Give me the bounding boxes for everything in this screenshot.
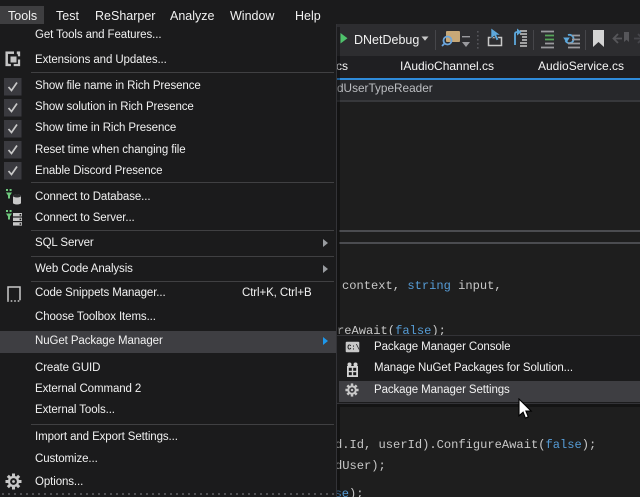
svg-text:C:\: C:\ <box>347 344 360 352</box>
